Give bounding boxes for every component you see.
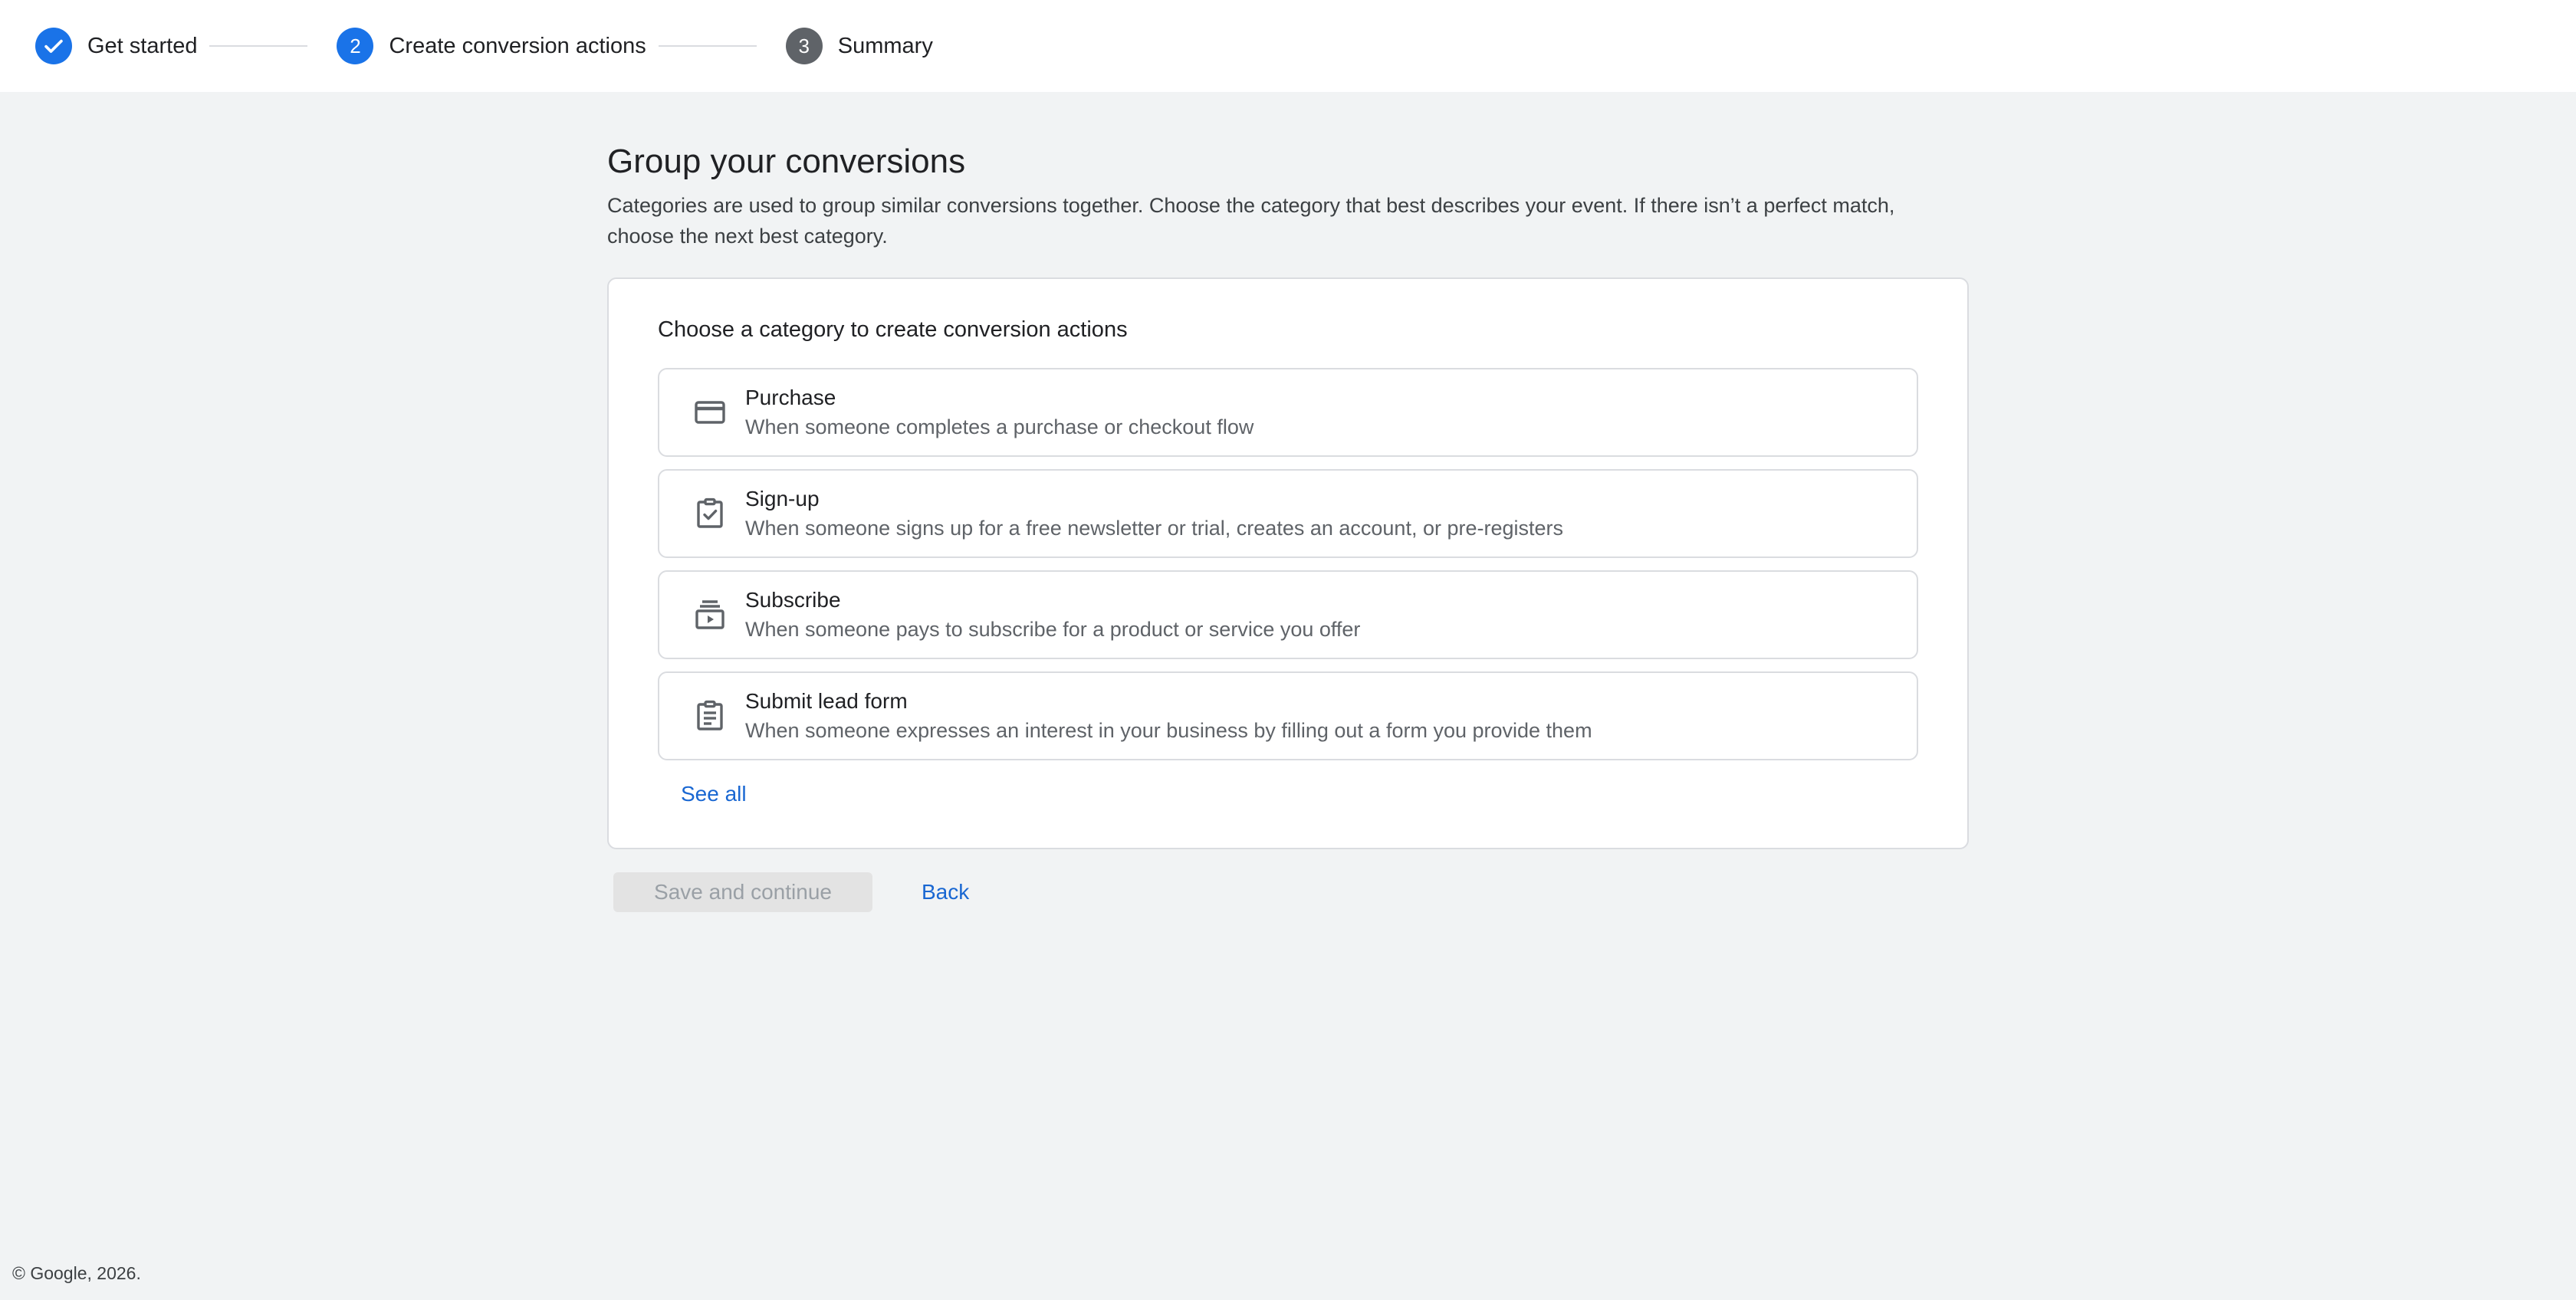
credit-card-icon: [692, 394, 728, 431]
step-label: Summary: [837, 33, 933, 58]
main-content: Group your conversions Categories are us…: [607, 138, 1969, 912]
option-title: Subscribe: [745, 588, 841, 612]
back-button[interactable]: Back: [922, 880, 969, 904]
option-title: Submit lead form: [745, 689, 908, 713]
see-all-link[interactable]: See all: [681, 779, 747, 809]
save-and-continue-button[interactable]: Save and continue: [613, 872, 872, 912]
step-connector: [209, 45, 308, 47]
footer-copyright: © Google, 2026.: [12, 1263, 141, 1283]
step-label: Get started: [87, 33, 198, 58]
form-actions: Save and continue Back: [607, 872, 1969, 912]
step-create-conversion-actions[interactable]: 2 Create conversion actions: [337, 0, 646, 92]
step-label: Create conversion actions: [389, 33, 646, 58]
subscriptions-icon: [692, 596, 728, 633]
option-description: When someone pays to subscribe for a pro…: [745, 618, 1361, 641]
option-description: When someone expresses an interest in yo…: [745, 719, 1592, 742]
category-option-sign-up[interactable]: Sign-up When someone signs up for a free…: [658, 469, 1918, 558]
page-description: Categories are used to group similar con…: [607, 194, 1895, 248]
step-summary[interactable]: 3 Summary: [785, 0, 933, 92]
option-description: When someone signs up for a free newslet…: [745, 517, 1564, 540]
category-option-subscribe[interactable]: Subscribe When someone pays to subscribe…: [658, 570, 1918, 659]
clipboard-check-icon: [692, 495, 728, 532]
option-description: When someone completes a purchase or che…: [745, 415, 1254, 438]
option-title: Purchase: [745, 386, 836, 409]
category-card: Choose a category to create conversion a…: [607, 277, 1969, 849]
page-title: Group your conversions: [607, 143, 966, 180]
card-heading: Choose a category to create conversion a…: [658, 317, 1128, 342]
option-title: Sign-up: [745, 487, 820, 510]
step-number: 2: [337, 28, 374, 64]
step-number: 3: [785, 28, 823, 64]
stepper: Get started 2 Create conversion actions …: [0, 0, 2576, 92]
category-option-submit-lead-form[interactable]: Submit lead form When someone expresses …: [658, 671, 1918, 760]
check-icon: [35, 28, 72, 64]
lead-form-icon: [692, 698, 728, 734]
step-connector: [658, 45, 757, 47]
category-option-purchase[interactable]: Purchase When someone completes a purcha…: [658, 368, 1918, 457]
step-get-started[interactable]: Get started: [35, 0, 197, 92]
